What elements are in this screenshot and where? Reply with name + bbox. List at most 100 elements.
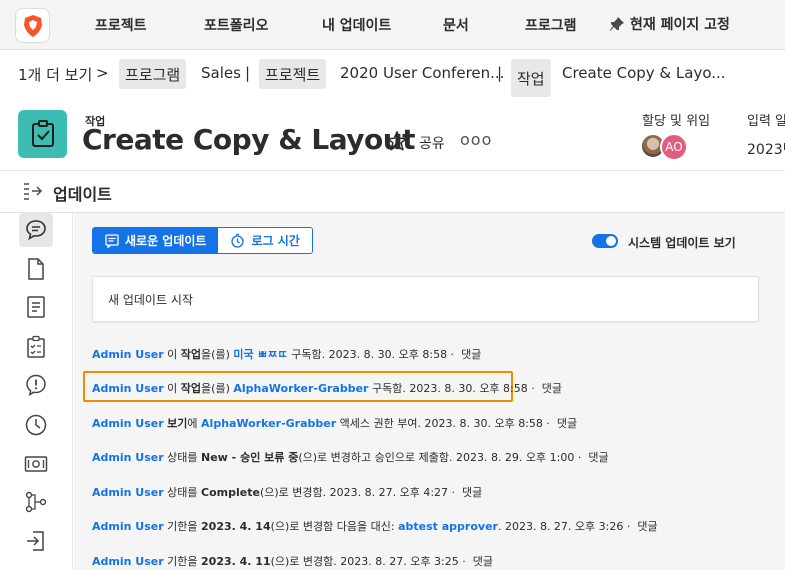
breadcrumb-program-type: 프로그램 <box>119 59 187 89</box>
breadcrumb-separator: | <box>497 64 503 82</box>
feed-user-link[interactable]: Admin User <box>92 348 164 361</box>
pin-icon <box>610 17 624 31</box>
feed-text: 구독함. <box>368 382 410 395</box>
feed-text: 구독함. <box>287 348 329 361</box>
breadcrumb-project-type: 프로젝트 <box>259 59 327 89</box>
rail-time-button[interactable] <box>19 408 53 442</box>
assignments-label: 할당 및 위임 <box>642 114 711 129</box>
breadcrumb-task-name[interactable]: Create Copy & Layo... <box>562 64 726 82</box>
rail-workflow-button[interactable] <box>19 485 53 519</box>
rail-issues-button[interactable] <box>19 368 53 402</box>
tab-new-update[interactable]: 새로운 업데이트 <box>93 228 219 253</box>
feed-user-link[interactable]: Admin User <box>92 486 164 499</box>
pin-page-label: 현재 페이지 고정 <box>630 17 730 33</box>
feed-reply-link[interactable]: 댓글 <box>542 382 562 395</box>
feed-subject-link[interactable]: AlphaWorker-Grabber <box>201 417 336 430</box>
feed-text: 을(를) <box>201 348 234 361</box>
feed-timestamp: 2023. 8. 27. 오후 3:26 · <box>504 520 631 533</box>
rail-notes-button[interactable] <box>19 290 53 324</box>
feed-reply-link[interactable]: 댓글 <box>637 520 657 533</box>
breadcrumb-more[interactable]: 1개 더 보기 <box>18 64 92 85</box>
feed-subject-link[interactable]: abtest approver <box>398 520 498 533</box>
updates-tab-group: 새로운 업데이트 로그 시간 <box>92 227 313 254</box>
collapse-panel-icon[interactable] <box>22 181 44 205</box>
new-update-input[interactable]: 새 업데이트 시작 <box>92 276 759 322</box>
feed-bold-text: New - 승인 보류 중 <box>201 451 299 464</box>
top-nav: 프로젝트 포트폴리오 내 업데이트 문서 프로그램 현재 페이지 고정 <box>0 0 785 50</box>
breadcrumb-project-name[interactable]: 2020 User Conferen... <box>340 64 504 82</box>
rail-handoff-button[interactable] <box>19 524 53 558</box>
nav-my-updates[interactable]: 내 업데이트 <box>322 15 391 35</box>
tab-log-time[interactable]: 로그 시간 <box>218 228 312 253</box>
new-update-placeholder: 새 업데이트 시작 <box>108 293 193 307</box>
entry-date-value: 2023년 <box>747 142 785 158</box>
feed-text: 이 <box>163 348 181 361</box>
alert-bubble-icon <box>26 374 46 396</box>
feed-reply-link[interactable]: 댓글 <box>473 555 493 568</box>
feed-user-link[interactable]: Admin User <box>92 520 164 533</box>
star-icon[interactable] <box>386 130 408 156</box>
nav-documents[interactable]: 문서 <box>443 15 469 35</box>
feed-user-link[interactable]: Admin User <box>92 555 164 568</box>
feed-text: (으)로 변경함 다음을 대신: <box>270 520 399 533</box>
rail-expenses-button[interactable] <box>19 447 53 481</box>
feed-bold-text: Complete <box>201 486 260 499</box>
more-options-icon[interactable]: ooo <box>460 130 492 149</box>
breadcrumb-separator: | <box>245 64 251 82</box>
feed-text: 이 <box>163 382 181 395</box>
rail-documents-button[interactable] <box>19 252 53 286</box>
feed-text: 을(를) <box>201 382 234 395</box>
feed-reply-link[interactable]: 댓글 <box>462 486 482 499</box>
pin-page-button[interactable]: 현재 페이지 고정 <box>609 14 730 34</box>
breadcrumb-task-type: 작업 <box>511 59 551 97</box>
breadcrumb-separator: > <box>96 64 109 82</box>
feed-user-link[interactable]: Admin User <box>92 451 164 464</box>
feed-reply-link[interactable]: 댓글 <box>461 348 481 361</box>
nav-portfolios[interactable]: 포트폴리오 <box>204 15 268 35</box>
nav-projects[interactable]: 프로젝트 <box>95 15 147 35</box>
feed-user-link[interactable]: Admin User <box>92 417 164 430</box>
list-item: Admin User 보기에 AlphaWorker-Grabber 액세스 권… <box>92 415 577 431</box>
feed-reply-link[interactable]: 댓글 <box>557 417 577 430</box>
clock-icon <box>25 414 47 436</box>
feed-subject-link[interactable]: 미국 ㅃㅉㄸ <box>233 348 287 361</box>
nav-programs[interactable]: 프로그램 <box>525 15 577 35</box>
list-item: Admin User 이 작업을(를) AlphaWorker-Grabber … <box>92 380 562 396</box>
feed-user-link[interactable]: Admin User <box>92 382 164 395</box>
money-icon <box>24 456 48 472</box>
feed-reply-link[interactable]: 댓글 <box>588 451 608 464</box>
share-button[interactable]: 공유 <box>419 133 445 153</box>
page-title[interactable]: Create Copy & Layout <box>82 123 416 156</box>
feed-text: 상태를 <box>163 486 202 499</box>
feed-text: (으)로 변경함. <box>270 555 341 568</box>
feed-text: . <box>497 520 505 533</box>
app-logo-icon[interactable] <box>15 8 50 43</box>
workflow-icon <box>25 491 47 513</box>
system-updates-toggle[interactable] <box>592 234 618 248</box>
breadcrumb: 1개 더 보기 > 프로그램 Sales | 프로젝트 2020 User Co… <box>0 56 785 98</box>
chat-bubble-icon <box>26 220 46 241</box>
stopwatch-icon <box>231 233 245 248</box>
notes-icon <box>27 296 45 318</box>
feed-text: (으)로 변경함. <box>259 486 330 499</box>
rail-checklist-button[interactable] <box>19 330 53 364</box>
tab-log-time-label: 로그 시간 <box>251 234 300 248</box>
feed-bold-text: 작업 <box>180 382 202 395</box>
feed-subject-link[interactable]: AlphaWorker-Grabber <box>233 382 368 395</box>
feed-bold-text: 보기 <box>167 417 188 430</box>
section-header <box>0 170 785 213</box>
rail-updates-button[interactable] <box>19 213 53 247</box>
checklist-icon <box>27 335 45 358</box>
feed-text: (으)로 변경하고 승인으로 제출함. <box>298 451 456 464</box>
breadcrumb-program-name[interactable]: Sales <box>201 64 241 82</box>
feed-text: 에 <box>187 417 202 430</box>
feed-timestamp: 2023. 8. 30. 오후 8:58 · <box>424 417 550 430</box>
feed-timestamp: 2023. 8. 27. 오후 4:27 · <box>329 486 456 499</box>
list-item: Admin User 기한을 2023. 4. 11(으)로 변경함. 2023… <box>92 553 493 569</box>
entry-date-label: 입력 일 <box>747 114 785 129</box>
feed-timestamp: 2023. 8. 29. 오후 1:00 · <box>455 451 582 464</box>
avatar[interactable]: AO <box>660 133 688 161</box>
comment-icon <box>105 233 119 248</box>
list-item: Admin User 기한을 2023. 4. 14(으)로 변경함 다음을 대… <box>92 518 658 534</box>
list-item: Admin User 이 작업을(를) 미국 ㅃㅉㄸ 구독함. 2023. 8.… <box>92 346 481 362</box>
